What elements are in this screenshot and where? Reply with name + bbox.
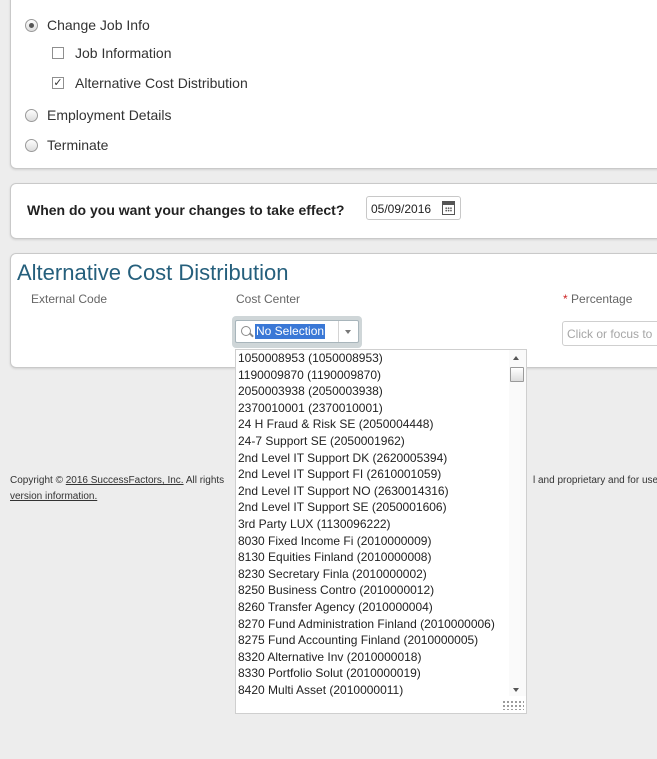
version-information-link[interactable]: version information. [10,491,97,502]
cost-center-option[interactable]: 2nd Level IT Support SE (2050001606) [236,499,510,516]
cost-center-option[interactable]: 8030 Fixed Income Fi (2010000009) [236,533,510,550]
terminate-radio[interactable] [25,138,38,152]
cost-center-option[interactable]: 24 H Fraud & Risk SE (2050004448) [236,416,510,433]
cost-center-option[interactable]: 8250 Business Contro (2010000012) [236,582,510,599]
copyright-prefix: Copyright © [10,475,63,486]
effective-date-panel: When do you want your changes to take ef… [10,183,657,239]
change-job-info-label: Change Job Info [47,17,150,33]
cost-center-option[interactable]: 2nd Level IT Support DK (2620005394) [236,450,510,467]
cost-center-option[interactable]: 8130 Equities Finland (2010000008) [236,549,510,566]
cost-center-option[interactable]: 8275 Fund Accounting Finland (2010000005… [236,632,510,649]
scroll-up-arrow-icon[interactable] [513,356,519,360]
cost-center-option[interactable]: 2370010001 (2370010001) [236,400,510,417]
alternative-cost-distribution-label: Alternative Cost Distribution [75,75,248,91]
cost-center-option[interactable]: 3rd Party LUX (1130096222) [236,516,510,533]
cost-center-option[interactable]: 8420 Multi Asset (2010000011) [236,682,510,699]
copyright-text: Copyright © 2016 SuccessFactors, Inc. Al… [10,475,224,486]
cost-center-option[interactable]: 1050008953 (1050008953) [236,350,510,367]
terminate-option[interactable]: Terminate [25,137,108,153]
cost-center-option[interactable]: 8330 Portfolio Solut (2010000019) [236,665,510,682]
search-icon [241,326,251,336]
alternative-cost-distribution-option[interactable]: ✓ Alternative Cost Distribution [52,75,248,91]
percentage-header-label: Percentage [571,292,633,306]
cost-center-option[interactable]: 2050003938 (2050003938) [236,383,510,400]
cost-center-option[interactable]: 8260 Transfer Agency (2010000004) [236,599,510,616]
resize-grip-icon[interactable] [502,700,524,710]
cost-center-options-list[interactable]: 1050008953 (1050008953) 1190009870 (11900… [236,350,510,698]
required-marker: * [563,292,568,306]
effective-date-value: 05/09/2016 [371,202,432,216]
percentage-header: * Percentage [563,292,632,306]
cost-center-input[interactable]: No Selection [235,320,359,343]
calendar-icon[interactable] [442,201,455,215]
cost-center-option[interactable]: 2nd Level IT Support NO (2630014316) [236,483,510,500]
action-panel: Change Job Info Job Information ✓ Altern… [10,0,657,169]
job-information-option[interactable]: Job Information [52,45,172,61]
scrollbar-thumb[interactable] [510,367,524,382]
employment-details-label: Employment Details [47,107,172,123]
cost-center-option[interactable]: 1190009870 (1190009870) [236,367,510,384]
terminate-label: Terminate [47,137,109,153]
scroll-down-arrow-icon[interactable] [513,688,519,692]
cost-center-option[interactable]: 8230 Secretary Finla (2010000002) [236,566,510,583]
external-code-header: External Code [31,292,108,306]
dropdown-scrollbar[interactable] [509,350,526,696]
chevron-down-icon[interactable] [338,321,358,342]
percentage-input[interactable]: Click or focus to [562,321,657,346]
cost-center-option[interactable]: 8270 Fund Administration Finland (201000… [236,616,510,633]
copyright-link[interactable]: 2016 SuccessFactors, Inc. [66,475,184,486]
percentage-placeholder: Click or focus to [567,327,653,341]
cost-center-combobox[interactable]: No Selection [232,316,362,348]
cost-center-option[interactable]: 8320 Alternative Inv (2010000018) [236,649,510,666]
footer-right-text: l and proprietary and for use [533,475,657,486]
alternative-cost-distribution-checkbox[interactable]: ✓ [52,77,64,89]
change-job-info-radio[interactable] [25,18,38,32]
cost-center-dropdown[interactable]: 1050008953 (1050008953) 1190009870 (11900… [235,349,527,714]
effective-date-field[interactable]: 05/09/2016 [366,196,461,220]
copyright-suffix: All rights [185,475,225,486]
cost-center-selected-text[interactable]: No Selection [255,324,326,339]
employment-details-option[interactable]: Employment Details [25,107,172,123]
change-job-info-option[interactable]: Change Job Info [25,17,150,33]
employment-details-radio[interactable] [25,108,38,122]
effective-date-question: When do you want your changes to take ef… [27,202,345,218]
cost-center-option[interactable]: 24-7 Support SE (2050001962) [236,433,510,450]
section-title: Alternative Cost Distribution [17,260,289,285]
job-information-label: Job Information [75,45,172,61]
job-information-checkbox[interactable] [52,47,64,59]
cost-center-header: Cost Center [236,292,301,306]
cost-center-option[interactable]: 2nd Level IT Support FI (2610001059) [236,466,510,483]
